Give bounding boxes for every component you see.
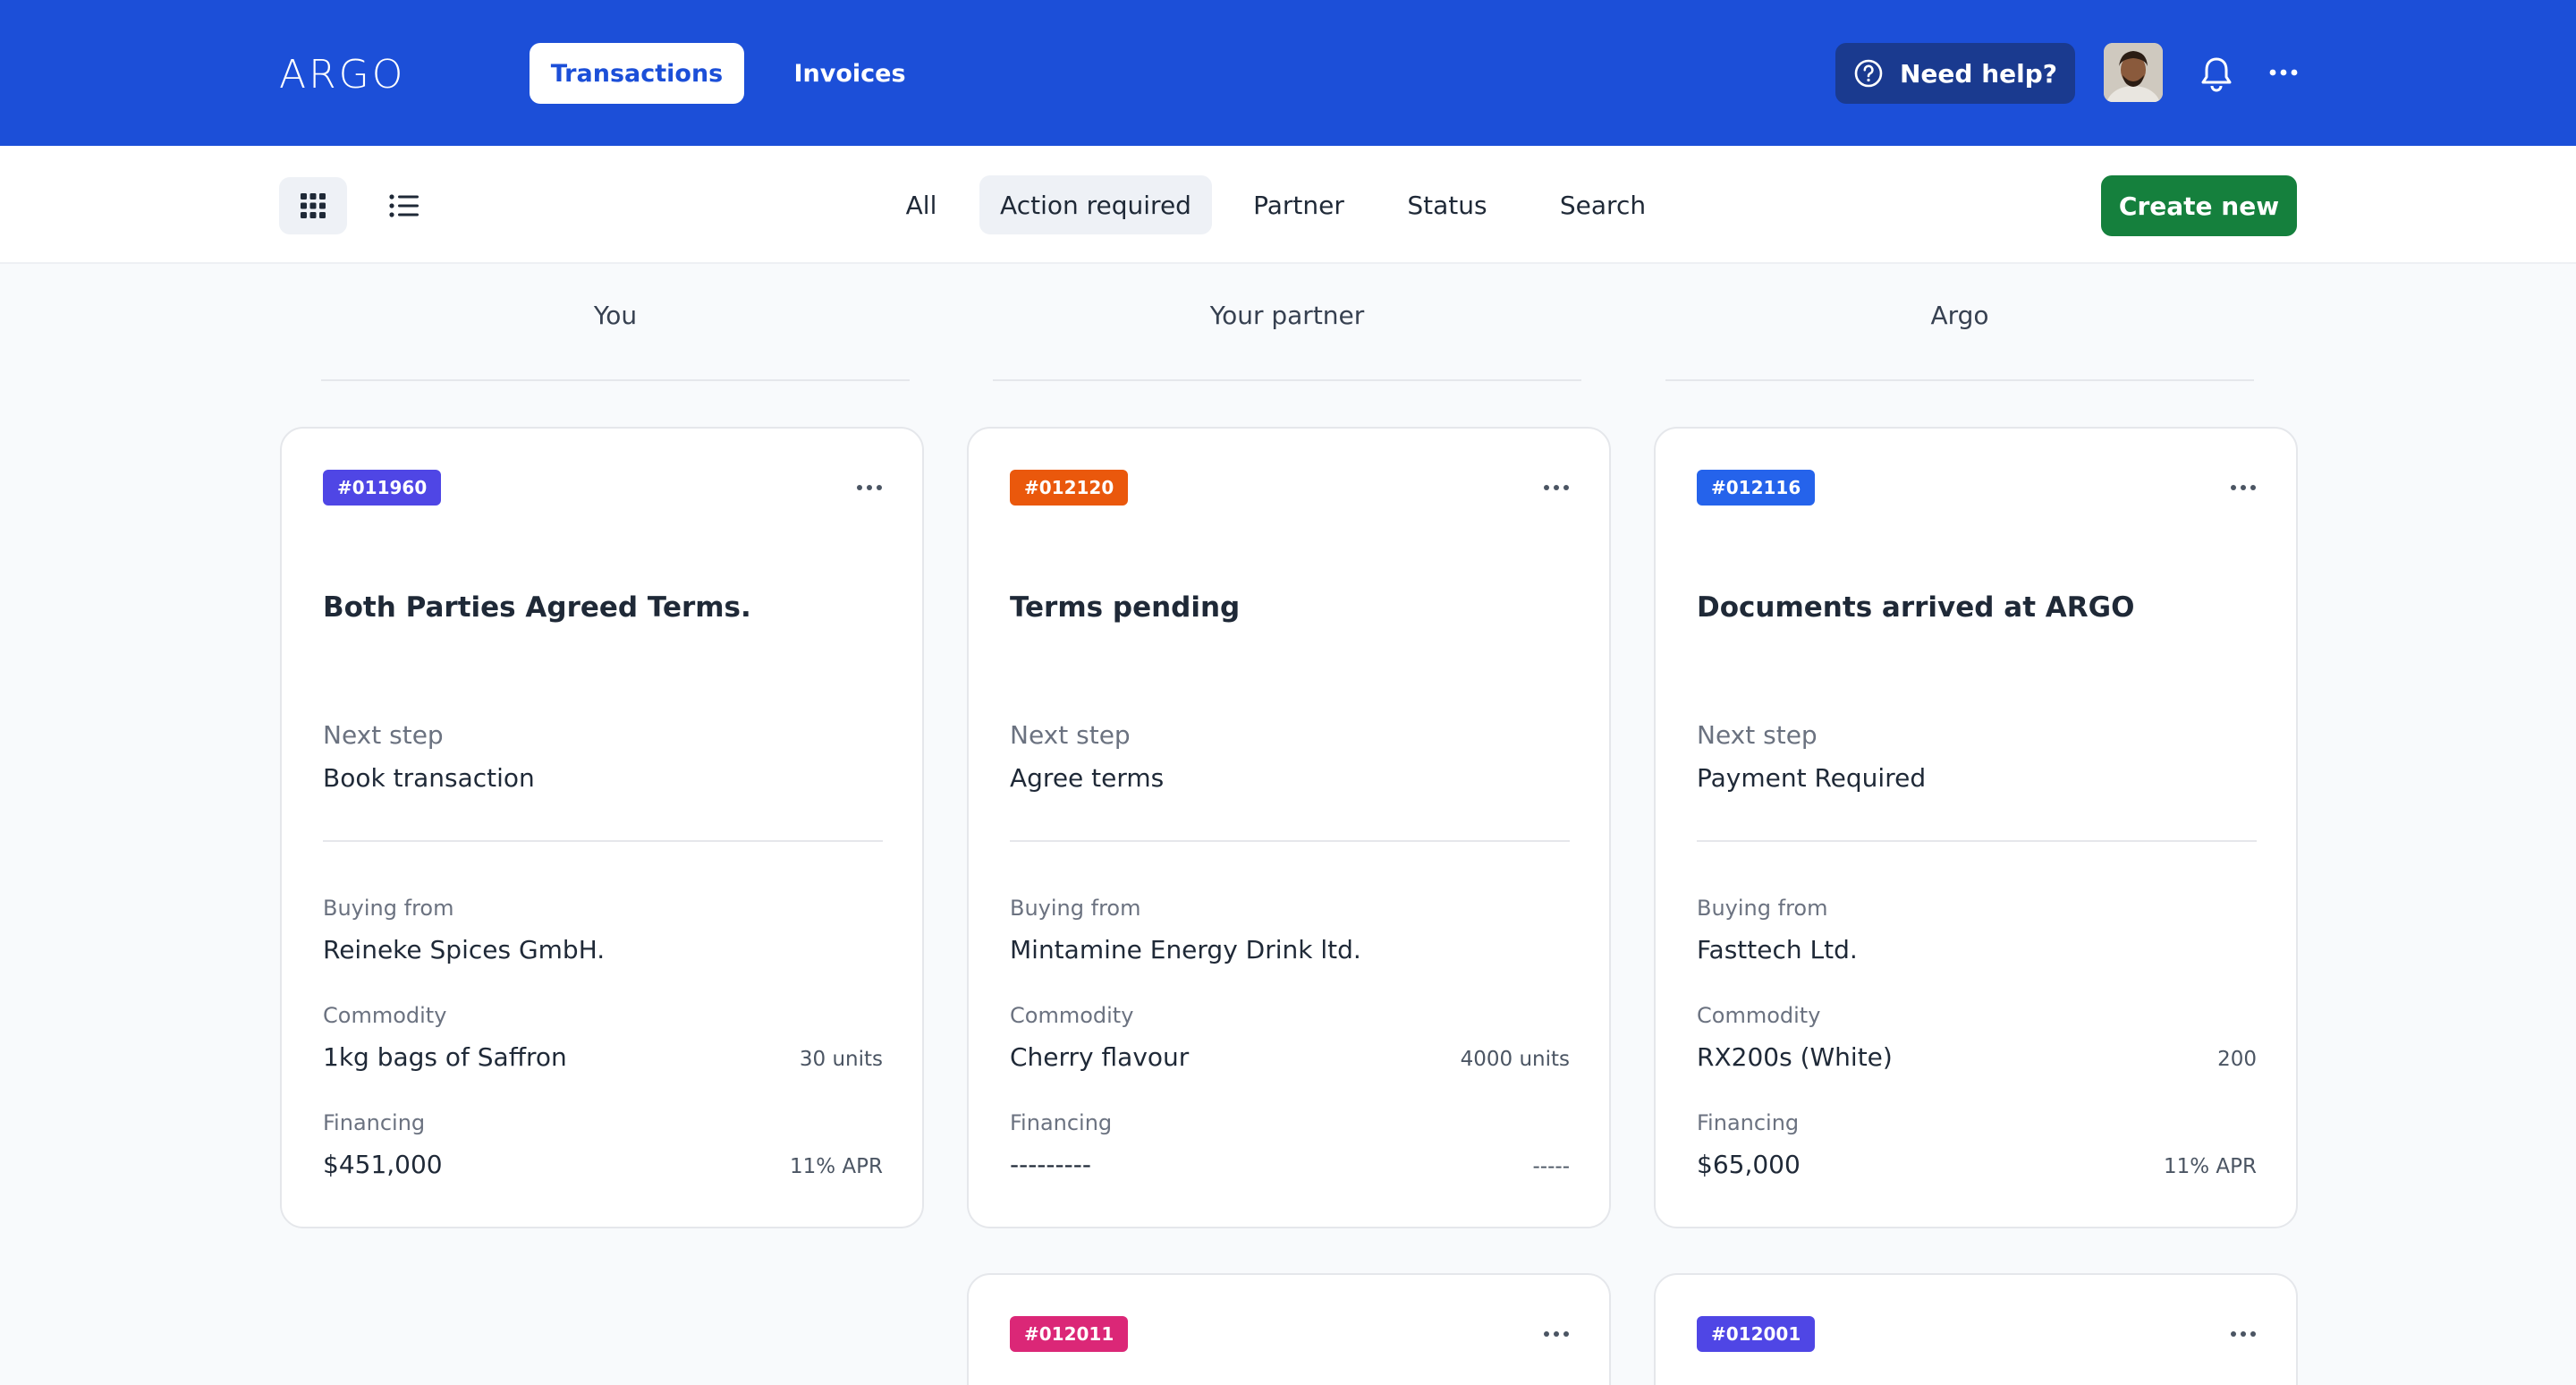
card-status-title: Documents arrived at ARGO: [1697, 591, 2135, 624]
list-view-button[interactable]: [370, 177, 438, 234]
top-navigation-bar: ARGO Transactions Invoices Need help?: [0, 0, 2576, 146]
financing-label: Financing: [1010, 1110, 1113, 1135]
financing-row: $65,000 11% APR: [1697, 1150, 2257, 1179]
question-circle-icon: [1854, 59, 1883, 88]
filter-action-required[interactable]: Action required: [979, 175, 1212, 234]
commodity-value: Cherry flavour: [1010, 1042, 1190, 1072]
column-header-argo: Argo: [1930, 301, 1989, 330]
user-avatar[interactable]: [2104, 43, 2163, 102]
transaction-card[interactable]: #012120 Terms pending Next step Agree te…: [967, 427, 1611, 1228]
card-more-options-icon[interactable]: [2230, 482, 2257, 493]
buying-from-label: Buying from: [1010, 896, 1141, 921]
next-step-value: Payment Required: [1697, 763, 1927, 793]
commodity-units: 4000 units: [1460, 1048, 1570, 1071]
list-icon: [389, 194, 419, 217]
more-options-icon[interactable]: [2268, 59, 2299, 86]
grid-icon: [301, 193, 326, 218]
commodity-row: Cherry flavour 4000 units: [1010, 1042, 1570, 1072]
financing-value: ---------: [1010, 1150, 1091, 1179]
transaction-id-badge: #012001: [1697, 1316, 1816, 1352]
filter-search[interactable]: Search: [1538, 175, 1667, 234]
create-new-button[interactable]: Create new: [2101, 175, 2297, 236]
filter-status[interactable]: Status: [1386, 175, 1508, 234]
commodity-units: 200: [2217, 1048, 2257, 1071]
buying-from-value: Mintamine Energy Drink ltd.: [1010, 935, 1361, 964]
card-divider: [1010, 840, 1570, 842]
financing-apr: 11% APR: [2163, 1155, 2257, 1178]
buying-from-row: Fasttech Ltd.: [1697, 935, 2257, 964]
commodity-value: RX200s (White): [1697, 1042, 1893, 1072]
commodity-label: Commodity: [1697, 1003, 1821, 1028]
financing-label: Financing: [323, 1110, 426, 1135]
tab-transactions[interactable]: Transactions: [530, 43, 744, 104]
card-more-options-icon[interactable]: [856, 482, 883, 493]
transaction-card[interactable]: #012116 Documents arrived at ARGO Next s…: [1654, 427, 2298, 1228]
need-help-label: Need help?: [1899, 58, 2057, 89]
buying-from-value: Fasttech Ltd.: [1697, 935, 1858, 964]
column-header-your-partner: Your partner: [1209, 301, 1365, 330]
commodity-label: Commodity: [1010, 1003, 1134, 1028]
card-status-title: Both Parties Agreed Terms.: [323, 591, 751, 624]
column-divider: [993, 379, 1581, 381]
next-step-value: Book transaction: [323, 763, 535, 793]
buying-from-label: Buying from: [323, 896, 454, 921]
commodity-units: 30 units: [799, 1048, 883, 1071]
buying-from-row: Reineke Spices GmbH.: [323, 935, 883, 964]
card-more-options-icon[interactable]: [2230, 1329, 2257, 1339]
need-help-button[interactable]: Need help?: [1835, 43, 2075, 104]
column-divider: [1665, 379, 2254, 381]
commodity-value: 1kg bags of Saffron: [323, 1042, 567, 1072]
financing-label: Financing: [1697, 1110, 1800, 1135]
next-step-value: Agree terms: [1010, 763, 1165, 793]
grid-view-button[interactable]: [279, 177, 347, 234]
financing-value: $451,000: [323, 1150, 443, 1179]
buying-from-label: Buying from: [1697, 896, 1828, 921]
financing-apr: 11% APR: [789, 1155, 883, 1178]
transaction-id-badge: #012011: [1010, 1316, 1129, 1352]
card-divider: [323, 840, 883, 842]
card-divider: [1697, 840, 2257, 842]
filter-partner[interactable]: Partner: [1236, 175, 1361, 234]
column-header-you: You: [593, 301, 638, 330]
transaction-card[interactable]: #012011: [967, 1273, 1611, 1385]
argo-logo[interactable]: ARGO: [279, 52, 405, 98]
transaction-id-badge: #012120: [1010, 470, 1129, 506]
commodity-label: Commodity: [323, 1003, 447, 1028]
buying-from-row: Mintamine Energy Drink ltd.: [1010, 935, 1570, 964]
transaction-id-badge: #011960: [323, 470, 442, 506]
commodity-row: RX200s (White) 200: [1697, 1042, 2257, 1072]
column-divider: [321, 379, 910, 381]
next-step-label: Next step: [1697, 720, 1818, 750]
card-more-options-icon[interactable]: [1543, 482, 1570, 493]
next-step-label: Next step: [1010, 720, 1131, 750]
financing-row: --------- -----: [1010, 1150, 1570, 1179]
financing-value: $65,000: [1697, 1150, 1801, 1179]
notification-bell-icon[interactable]: [2199, 54, 2234, 93]
card-status-title: Terms pending: [1010, 591, 1241, 624]
transaction-card[interactable]: #012001: [1654, 1273, 2298, 1385]
financing-row: $451,000 11% APR: [323, 1150, 883, 1179]
transaction-id-badge: #012116: [1697, 470, 1816, 506]
transaction-card[interactable]: #011960 Both Parties Agreed Terms. Next …: [280, 427, 924, 1228]
filter-all[interactable]: All: [886, 175, 957, 234]
commodity-row: 1kg bags of Saffron 30 units: [323, 1042, 883, 1072]
filter-toolbar: All Action required Partner Status Searc…: [0, 146, 2576, 264]
next-step-label: Next step: [323, 720, 444, 750]
buying-from-value: Reineke Spices GmbH.: [323, 935, 606, 964]
financing-apr: -----: [1532, 1155, 1571, 1178]
tab-invoices[interactable]: Invoices: [780, 43, 919, 104]
card-more-options-icon[interactable]: [1543, 1329, 1570, 1339]
